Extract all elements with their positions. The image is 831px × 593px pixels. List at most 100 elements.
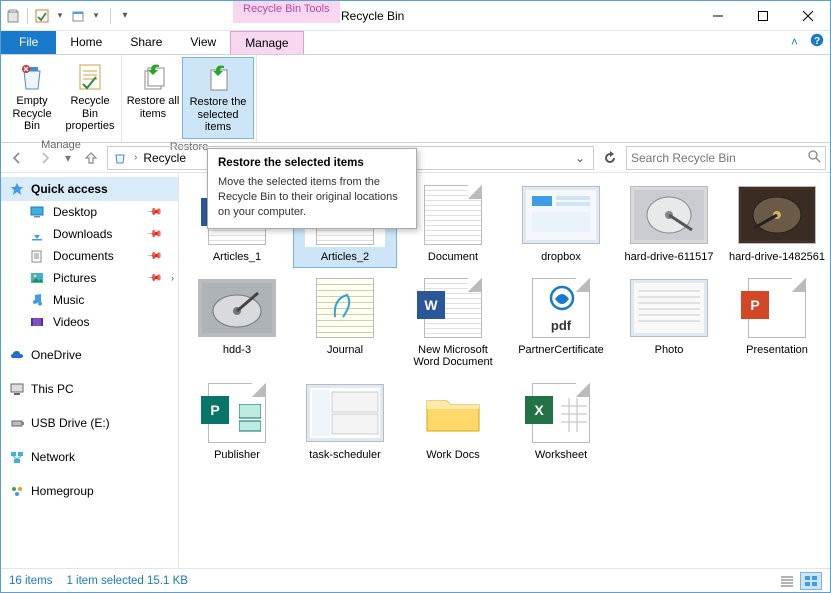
- file-thumbnail: [305, 276, 385, 340]
- close-button[interactable]: [785, 1, 830, 30]
- file-item[interactable]: dropbox: [509, 179, 613, 268]
- file-label: hard-drive-1482561: [729, 251, 825, 264]
- chevron-right-icon[interactable]: ›: [132, 152, 139, 163]
- file-label: Publisher: [214, 449, 260, 462]
- properties-icon: [74, 61, 106, 93]
- tab-manage[interactable]: Manage: [230, 31, 303, 54]
- videos-icon: [29, 314, 45, 330]
- sidebar-item-label: Desktop: [53, 205, 97, 219]
- file-item[interactable]: hard-drive-1482561: [725, 179, 829, 268]
- restore-all-button[interactable]: Restore all items: [124, 57, 182, 139]
- file-item[interactable]: XWorksheet: [509, 377, 613, 466]
- sidebar-item-homegroup[interactable]: Homegroup: [1, 479, 178, 503]
- sidebar-item-pictures[interactable]: Pictures 📌 ›: [1, 267, 178, 289]
- usb-drive-icon: [9, 415, 25, 431]
- ribbon-btn-label: Empty Recycle Bin: [5, 95, 59, 133]
- file-item[interactable]: P Publisher: [185, 377, 289, 466]
- chevron-down-icon[interactable]: ▾: [52, 8, 68, 24]
- pictures-icon: [29, 270, 45, 286]
- search-input[interactable]: [631, 151, 807, 165]
- file-item[interactable]: Journal: [293, 272, 397, 373]
- status-bar: 16 items 1 item selected 15.1 KB: [1, 568, 830, 592]
- maximize-button[interactable]: [740, 1, 785, 30]
- large-icons-view-button[interactable]: [800, 572, 822, 590]
- chevron-down-icon[interactable]: ▾: [88, 8, 104, 24]
- recycle-bin-icon: [5, 8, 21, 24]
- desktop-icon: [29, 204, 45, 220]
- qat-properties-icon[interactable]: [34, 8, 50, 24]
- recycle-bin-properties-button[interactable]: Recycle Bin properties: [61, 57, 119, 137]
- documents-icon: [29, 248, 45, 264]
- tab-share[interactable]: Share: [116, 31, 176, 54]
- tab-file[interactable]: File: [1, 31, 56, 54]
- file-label: Photo: [655, 344, 684, 357]
- this-pc-icon: [9, 381, 25, 397]
- help-icon[interactable]: ?: [804, 31, 830, 54]
- homegroup-icon: [9, 483, 25, 499]
- tooltip-body: Move the selected items from the Recycle…: [218, 175, 406, 220]
- sidebar-item-desktop[interactable]: Desktop 📌: [1, 201, 178, 223]
- search-icon[interactable]: [807, 149, 821, 166]
- file-thumbnail: [305, 381, 385, 445]
- sidebar-item-videos[interactable]: Videos: [1, 311, 178, 333]
- details-view-button[interactable]: [776, 572, 798, 590]
- minimize-button[interactable]: [695, 1, 740, 30]
- sidebar-item-onedrive[interactable]: OneDrive: [1, 343, 178, 367]
- file-item[interactable]: pdfPartnerCertificate: [509, 272, 613, 373]
- sidebar-item-label: Videos: [53, 315, 89, 329]
- file-thumbnail: [629, 183, 709, 247]
- sidebar-item-label: Music: [53, 293, 84, 307]
- file-thumbnail: [413, 381, 493, 445]
- file-item[interactable]: Photo: [617, 272, 721, 373]
- status-item-count: 16 items: [9, 575, 52, 587]
- sidebar-item-documents[interactable]: Documents 📌: [1, 245, 178, 267]
- ribbon-collapse-icon[interactable]: ˄: [785, 31, 804, 54]
- tab-view[interactable]: View: [176, 31, 230, 54]
- network-icon: [9, 449, 25, 465]
- sidebar-item-network[interactable]: Network: [1, 445, 178, 469]
- file-label: Worksheet: [535, 449, 587, 462]
- svg-text:?: ?: [814, 36, 820, 47]
- downloads-icon: [29, 226, 45, 242]
- file-item[interactable]: task-scheduler: [293, 377, 397, 466]
- sidebar-quick-access[interactable]: Quick access: [1, 177, 178, 201]
- music-icon: [29, 292, 45, 308]
- sidebar-item-label: This PC: [31, 382, 74, 396]
- restore-selected-button[interactable]: Restore the selected items: [182, 57, 254, 139]
- pin-icon: 📌: [145, 204, 162, 221]
- file-item[interactable]: hdd-3: [185, 272, 289, 373]
- navigation-pane: Quick access Desktop 📌 Downloads 📌 Docum…: [1, 173, 179, 568]
- search-box[interactable]: [626, 146, 826, 170]
- sidebar-item-downloads[interactable]: Downloads 📌: [1, 223, 178, 245]
- file-label: task-scheduler: [309, 449, 381, 462]
- breadcrumb-segment[interactable]: Recycle: [143, 151, 186, 165]
- ribbon: Empty Recycle Bin Recycle Bin properties…: [1, 55, 830, 143]
- tooltip-title: Restore the selected items: [218, 157, 406, 169]
- file-item[interactable]: hard-drive-611517: [617, 179, 721, 268]
- file-list[interactable]: WArticles_1WArticles_2Documentdropboxhar…: [179, 173, 830, 568]
- qat-customize-icon[interactable]: ▾: [117, 8, 133, 24]
- up-button[interactable]: [79, 146, 103, 170]
- file-item[interactable]: WNew Microsoft Word Document: [401, 272, 505, 373]
- sidebar-item-usb[interactable]: USB Drive (E:): [1, 411, 178, 435]
- refresh-button[interactable]: [598, 147, 622, 169]
- file-item[interactable]: Work Docs: [401, 377, 505, 466]
- empty-recycle-bin-button[interactable]: Empty Recycle Bin: [3, 57, 61, 137]
- forward-button[interactable]: [33, 146, 57, 170]
- pin-icon: 📌: [145, 270, 162, 287]
- window-title: Recycle Bin: [341, 9, 404, 23]
- history-dropdown-icon[interactable]: ▾: [61, 146, 75, 170]
- file-item[interactable]: PPresentation: [725, 272, 829, 373]
- file-thumbnail: P: [197, 381, 277, 445]
- ribbon-group-restore: Restore all items Restore the selected i…: [122, 55, 257, 142]
- file-label: Articles_1: [213, 251, 261, 264]
- tab-home[interactable]: Home: [56, 31, 116, 54]
- ribbon-btn-label: Restore the selected items: [185, 96, 251, 134]
- breadcrumb-history-icon[interactable]: ⌄: [571, 151, 589, 165]
- chevron-right-icon[interactable]: ›: [171, 273, 174, 283]
- sidebar-item-music[interactable]: Music: [1, 289, 178, 311]
- sidebar-item-this-pc[interactable]: This PC: [1, 377, 178, 401]
- qat-restore-icon[interactable]: [70, 8, 86, 24]
- file-thumbnail: [413, 183, 493, 247]
- back-button[interactable]: [5, 146, 29, 170]
